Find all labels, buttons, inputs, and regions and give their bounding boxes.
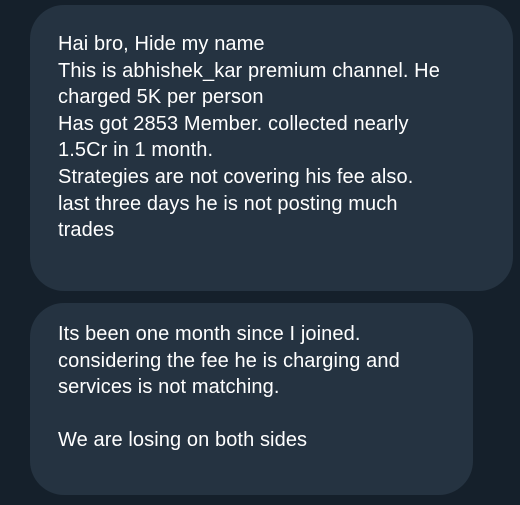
- message-bubble: Its been one month since I joined. consi…: [30, 303, 473, 495]
- message-text-line: Has got 2853 Member. collected nearly: [58, 112, 409, 135]
- message-text-line: trades: [58, 219, 115, 242]
- message-text-line: Hai bro, Hide my name: [58, 33, 265, 55]
- message-text-line: This is abhishek_kar premium channel. He: [58, 59, 440, 82]
- message-text-line: We are losing on both sides: [58, 429, 308, 452]
- message-text-line: 1.5Cr in 1 month.: [58, 139, 214, 162]
- message-text-line: Its been one month since I joined.: [58, 323, 361, 345]
- message-text-line: Strategies are not covering his fee also…: [58, 165, 414, 188]
- message-text-line: charged 5K per person: [58, 86, 264, 109]
- message-text-line: services is not matching.: [58, 376, 280, 399]
- message-text-line: last three days he is not posting much: [58, 192, 398, 215]
- message-bubble: Hai bro, Hide my name This is abhishek_k…: [30, 5, 513, 291]
- message-text-line: considering the fee he is charging and: [58, 349, 400, 372]
